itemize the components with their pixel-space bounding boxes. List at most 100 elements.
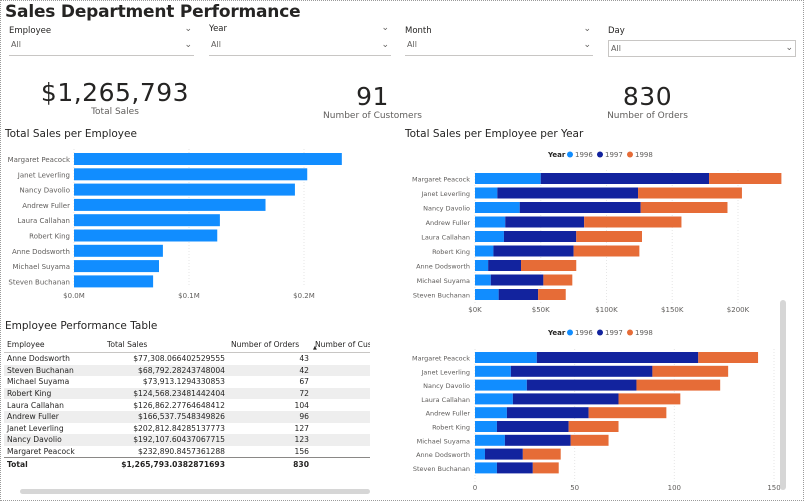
column-header[interactable]: Number of Cust ▲ [312,336,370,353]
bar-segment[interactable] [475,216,506,228]
bar-segment[interactable] [503,231,577,242]
bar-segment[interactable] [526,379,637,391]
bar-segment[interactable] [636,379,721,391]
bar-segment[interactable] [573,245,640,257]
bar[interactable] [74,260,160,273]
bar-segment[interactable] [484,448,523,460]
bar-segment[interactable] [568,421,619,432]
bar-segment[interactable] [496,462,533,474]
bar-segment[interactable] [496,421,569,432]
table-row[interactable]: Anne Dodsworth $77,308.066402529555 43 [4,353,370,365]
bar-segment[interactable] [498,289,539,300]
slicer-dropdown[interactable]: All ⌄ [608,40,796,57]
slicer-dropdown[interactable]: All ⌄ ⌄ [9,24,194,56]
bar-segment[interactable] [522,448,561,460]
slicer-employee[interactable]: Employee All ⌄ ⌄ [9,24,194,56]
bar-segment[interactable] [475,245,494,257]
column-header[interactable]: Number of Orders [228,336,312,353]
bar-segment[interactable] [532,462,559,474]
bar-segment[interactable] [475,187,498,199]
column-header[interactable]: Employee [4,336,104,353]
bar-segment[interactable] [510,365,653,377]
bar-segment[interactable] [588,407,667,419]
bar[interactable] [74,229,218,242]
bar[interactable] [74,183,295,196]
bar-segment[interactable] [475,260,489,271]
table-row[interactable]: Michael Suyama $73,913.1294330853 67 [4,376,370,388]
horizontal-scrollbar[interactable] [20,489,370,494]
table-row[interactable]: Janet Leverling $202,812.84285137773 127 [4,423,370,435]
slicer-day[interactable]: Day All ⌄ [608,26,796,57]
bar-segment[interactable] [475,231,504,242]
bar-segment[interactable] [475,393,513,405]
bar-segment[interactable] [540,173,710,184]
bar-segment[interactable] [475,289,499,300]
bar-segment[interactable] [536,352,699,363]
chevron-down-icon[interactable]: ⌄ [785,41,793,56]
bar[interactable] [74,168,308,181]
slicer-month[interactable]: Month All ⌄ ⌄ [405,24,593,56]
bar-segment[interactable] [475,202,520,213]
bar-segment[interactable] [576,231,643,242]
bar[interactable] [74,198,266,211]
bar-segment[interactable] [506,407,589,419]
column-header[interactable]: Total Sales [104,336,228,353]
bar-segment[interactable] [570,434,609,446]
bar-segment[interactable] [652,365,729,377]
bar-segment[interactable] [505,216,585,228]
employee-performance-table[interactable]: Employee Total Sales Number of Orders Nu… [4,336,372,486]
table-row[interactable]: Andrew Fuller $166,537.7548349826 96 [4,410,370,423]
bar-segment[interactable] [543,274,573,286]
vertical-scrollbar[interactable] [780,300,786,490]
bar-segment[interactable] [475,274,491,286]
bar-segment[interactable] [709,173,782,184]
bar-segment[interactable] [475,173,541,184]
chevron-down-icon[interactable]: ⌄ [184,24,192,34]
bar-segment[interactable] [521,260,577,271]
slicer-dropdown[interactable]: All ⌄ ⌄ [209,23,391,56]
sales-per-employee-per-year-chart[interactable]: Year 1996 1997 1998 $0K $50K $100K $150K $200K Ma… [400,145,800,315]
bar-segment[interactable] [475,434,505,446]
bar-segment[interactable] [504,434,571,446]
slicer-year[interactable]: Year All ⌄ ⌄ [209,23,391,56]
bar-segment[interactable] [512,393,619,405]
chevron-down-icon[interactable]: ⌄ [381,23,389,33]
chevron-down-icon[interactable]: ⌄ [381,40,389,50]
bar-segment[interactable] [640,202,728,213]
orders-per-employee-per-year-chart[interactable]: Year 1996 1997 1998 0 50 100 150 Margaret Peacoc… [400,322,800,494]
total-sales-per-employee-chart[interactable]: $0.0M $0.1M $0.2M Margaret Peacock Janet Lev… [0,145,380,305]
table-row[interactable]: Laura Callahan $126,862.27764648412 104 [4,399,370,411]
bar-segment[interactable] [490,274,544,286]
bar-segment[interactable] [519,202,641,213]
bar-segment[interactable] [475,379,527,391]
chevron-down-icon[interactable]: ⌄ [184,40,192,50]
bar[interactable] [74,275,154,288]
slicer-value: All [211,40,221,49]
bar-segment[interactable] [493,245,574,257]
table-row[interactable]: Robert King $124,568.23481442404 72 [4,387,370,400]
bar-segment[interactable] [475,448,485,460]
bar-segment[interactable] [475,421,497,432]
bar-segment[interactable] [475,407,507,419]
bar-segment[interactable] [618,393,681,405]
bar-segment[interactable] [698,352,759,363]
bar-segment[interactable] [488,260,522,271]
bar-segment[interactable] [538,289,566,300]
slicer-dropdown[interactable]: All ⌄ ⌄ [405,24,593,56]
chevron-down-icon[interactable]: ⌄ [583,24,591,34]
bar-segment[interactable] [584,216,682,228]
x-tick-label: $0.1M [178,292,200,300]
bar-segment[interactable] [475,365,511,377]
table-row[interactable]: Nancy Davolio $192,107.60437067715 123 [4,434,370,446]
bar-segment[interactable] [638,187,742,199]
bar[interactable] [74,153,342,165]
bar-segment[interactable] [475,462,497,474]
bar[interactable] [74,244,163,257]
chevron-down-icon[interactable]: ⌄ [583,40,591,50]
table-row[interactable]: Margaret Peacock $232,890.8457361288 156 [4,446,370,458]
bar-segment[interactable] [475,352,537,363]
bar[interactable] [74,214,220,227]
table-total-row[interactable]: Total $1,265,793.0382871693 830 [4,457,370,470]
table-row[interactable]: Steven Buchanan $68,792.28243748004 42 [4,364,370,377]
bar-segment[interactable] [497,187,639,199]
